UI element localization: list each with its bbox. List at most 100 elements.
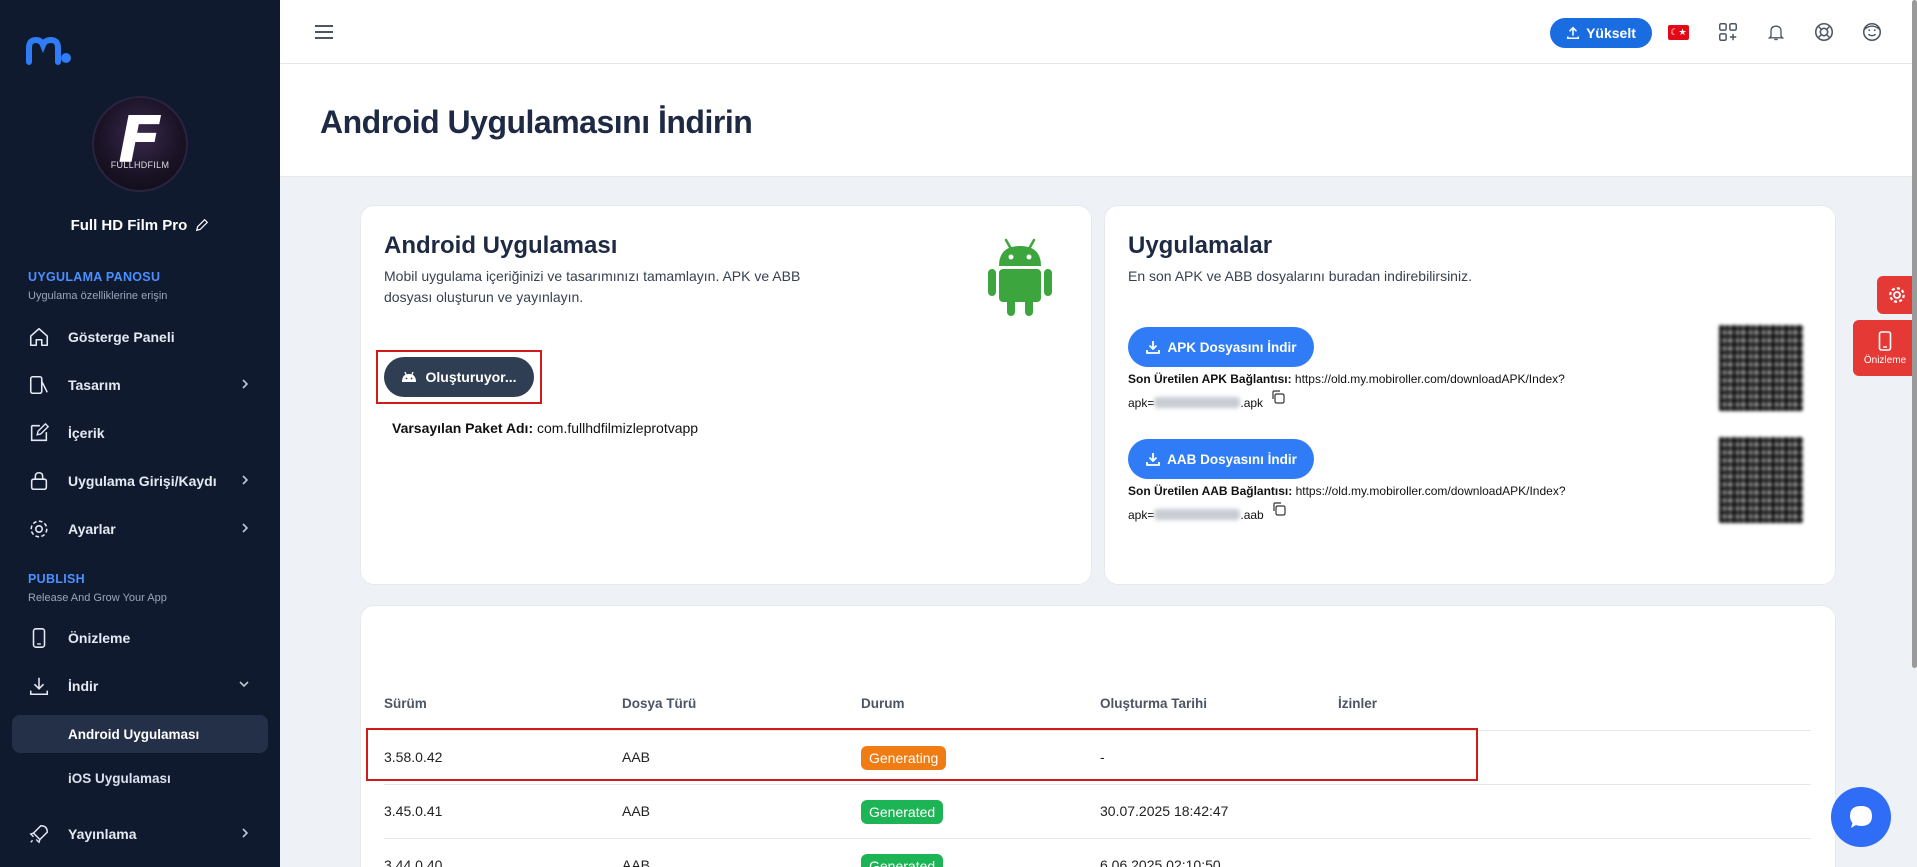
- apps-icon[interactable]: [1716, 20, 1740, 44]
- phone-icon: [1878, 330, 1892, 351]
- gear-icon: [1889, 287, 1905, 303]
- sidebar-item-publishing[interactable]: Yayınlama: [12, 814, 268, 854]
- turkey-flag-icon[interactable]: ☾★: [1668, 25, 1689, 40]
- sidebar-subitem-label: Android Uygulaması: [68, 726, 200, 742]
- sidebar-subitem-ios[interactable]: iOS Uygulaması: [12, 759, 268, 797]
- cell-created-date: 6.06.2025 02:10:50: [1100, 857, 1221, 867]
- package-name-value: com.fullhdfilmizleprotvapp: [537, 420, 699, 436]
- chevron-down-icon: [239, 681, 249, 688]
- sidebar-subitem-android[interactable]: Android Uygulaması: [12, 715, 268, 753]
- sidebar-subitem-label: iOS Uygulaması: [68, 770, 171, 786]
- apps-card-title: Uygulamalar: [1128, 232, 1273, 259]
- android-head-icon: [402, 371, 417, 382]
- sidebar-item-content[interactable]: İçerik: [12, 413, 268, 453]
- sidebar: F FULLHDFILM Full HD Film Pro UYGULAMA P…: [0, 0, 280, 867]
- sidebar-item-download[interactable]: İndir: [12, 666, 268, 706]
- sidebar-item-label: Gösterge Paneli: [68, 329, 175, 345]
- aab-link-url[interactable]: https://old.my.mobiroller.com/downloadAP…: [1296, 484, 1566, 498]
- section-subtitle-publish: Release And Grow Your App: [28, 592, 167, 604]
- android-card-title: Android Uygulaması: [384, 232, 618, 259]
- sidebar-item-label: Uygulama Girişi/Kaydı: [68, 473, 217, 489]
- column-header-permissions: İzinler: [1338, 696, 1378, 711]
- page-header: Android Uygulamasını İndirin: [280, 64, 1917, 177]
- apk-download-label: APK Dosyasını İndir: [1167, 339, 1297, 355]
- sidebar-item-label: Önizleme: [68, 630, 131, 646]
- copy-icon[interactable]: [1271, 501, 1287, 517]
- preview-float-label: Önizleme: [1863, 354, 1907, 366]
- apk-link-suffix: .apk: [1240, 396, 1264, 410]
- apk-link-blurred: [1154, 397, 1241, 408]
- section-title-dashboard: UYGULAMA PANOSU: [28, 270, 161, 284]
- column-header-file-type: Dosya Türü: [622, 696, 697, 711]
- status-badge: Generated: [861, 800, 944, 824]
- sidebar-item-label: İçerik: [68, 425, 105, 441]
- chat-button[interactable]: [1831, 787, 1891, 847]
- help-icon[interactable]: [1812, 20, 1836, 44]
- apk-download-button[interactable]: APK Dosyasını İndir: [1128, 327, 1314, 367]
- android-card-desc-line1: Mobil uygulama içeriğinizi ve tasarımını…: [384, 268, 801, 284]
- sidebar-item-label: İndir: [68, 678, 99, 694]
- status-badge: Generating: [861, 746, 947, 770]
- sidebar-item-design[interactable]: Tasarım: [12, 365, 268, 405]
- aab-qr-code: [1719, 437, 1803, 523]
- pencil-icon[interactable]: [195, 218, 209, 232]
- design-icon: [28, 374, 50, 396]
- menu-icon[interactable]: [314, 22, 334, 42]
- aab-link-prefix: apk=: [1128, 508, 1155, 522]
- cell-version: 3.45.0.41: [384, 803, 443, 819]
- bell-icon[interactable]: [1764, 20, 1788, 44]
- apk-link-url[interactable]: https://old.my.mobiroller.com/downloadAP…: [1295, 372, 1565, 386]
- download-icon: [28, 675, 50, 697]
- apk-qr-code: [1719, 325, 1803, 411]
- user-avatar-icon[interactable]: [1860, 20, 1884, 44]
- app-name[interactable]: Full HD Film Pro: [0, 217, 280, 234]
- gear-icon: [28, 518, 50, 540]
- chevron-right-icon: [242, 523, 249, 533]
- mobiroller-logo[interactable]: [26, 36, 72, 66]
- upgrade-label: Yükselt: [1586, 25, 1636, 41]
- settings-float-button[interactable]: [1877, 276, 1917, 314]
- android-card-desc: Mobil uygulama içeriğinizi ve tasarımını…: [384, 266, 800, 308]
- column-header-status: Durum: [861, 696, 905, 711]
- lock-icon: [28, 470, 50, 492]
- flag-label: ☾★: [1670, 27, 1687, 37]
- cell-created-date: 30.07.2025 18:42:47: [1100, 803, 1229, 819]
- aab-download-label: AAB Dosyasını İndir: [1167, 451, 1297, 467]
- sidebar-item-label: Yayınlama: [68, 826, 137, 842]
- cell-created-date: -: [1100, 749, 1105, 765]
- upload-icon: [1567, 26, 1580, 40]
- home-icon: [28, 326, 50, 348]
- sidebar-item-dashboard[interactable]: Gösterge Paneli: [12, 317, 268, 357]
- build-button[interactable]: Oluşturuyor...: [384, 357, 534, 397]
- aab-link-suffix: .aab: [1240, 508, 1264, 522]
- edit-icon: [28, 422, 50, 444]
- row-divider: [384, 784, 1811, 785]
- sidebar-item-preview[interactable]: Önizleme: [12, 618, 268, 658]
- sidebar-item-settings[interactable]: Ayarlar: [12, 509, 268, 549]
- app-name-label: Full HD Film Pro: [70, 217, 188, 234]
- sidebar-item-login[interactable]: Uygulama Girişi/Kaydı: [12, 461, 268, 501]
- topbar: Yükselt ☾★: [280, 0, 1917, 64]
- aab-download-button[interactable]: AAB Dosyasını İndir: [1128, 439, 1314, 479]
- sidebar-item-label: Tasarım: [68, 377, 121, 393]
- column-header-created-date: Oluşturma Tarihi: [1100, 696, 1208, 711]
- cell-file-type: AAB: [622, 749, 651, 765]
- aab-link-label: Son Üretilen AAB Bağlantısı:: [1128, 484, 1293, 498]
- page-title: Android Uygulamasını İndirin: [320, 104, 753, 140]
- upgrade-button[interactable]: Yükselt: [1550, 18, 1652, 48]
- sidebar-item-label: Ayarlar: [68, 521, 116, 537]
- apk-link-label: Son Üretilen APK Bağlantısı:: [1128, 372, 1292, 386]
- download-icon: [1146, 453, 1161, 466]
- section-subtitle-dashboard: Uygulama özelliklerine erişin: [28, 290, 168, 302]
- copy-icon[interactable]: [1270, 389, 1286, 405]
- build-button-label: Oluşturuyor...: [425, 369, 517, 385]
- page-scrollbar[interactable]: [1912, 0, 1917, 668]
- preview-float-button[interactable]: Önizleme: [1853, 320, 1917, 376]
- chevron-right-icon: [242, 379, 249, 389]
- rocket-icon: [28, 823, 50, 845]
- chevron-right-icon: [242, 475, 249, 485]
- cell-file-type: AAB: [622, 803, 651, 819]
- download-icon: [1146, 341, 1161, 354]
- chat-icon: [1850, 806, 1872, 828]
- apps-card-desc: En son APK ve ABB dosyalarını buradan in…: [1128, 268, 1472, 284]
